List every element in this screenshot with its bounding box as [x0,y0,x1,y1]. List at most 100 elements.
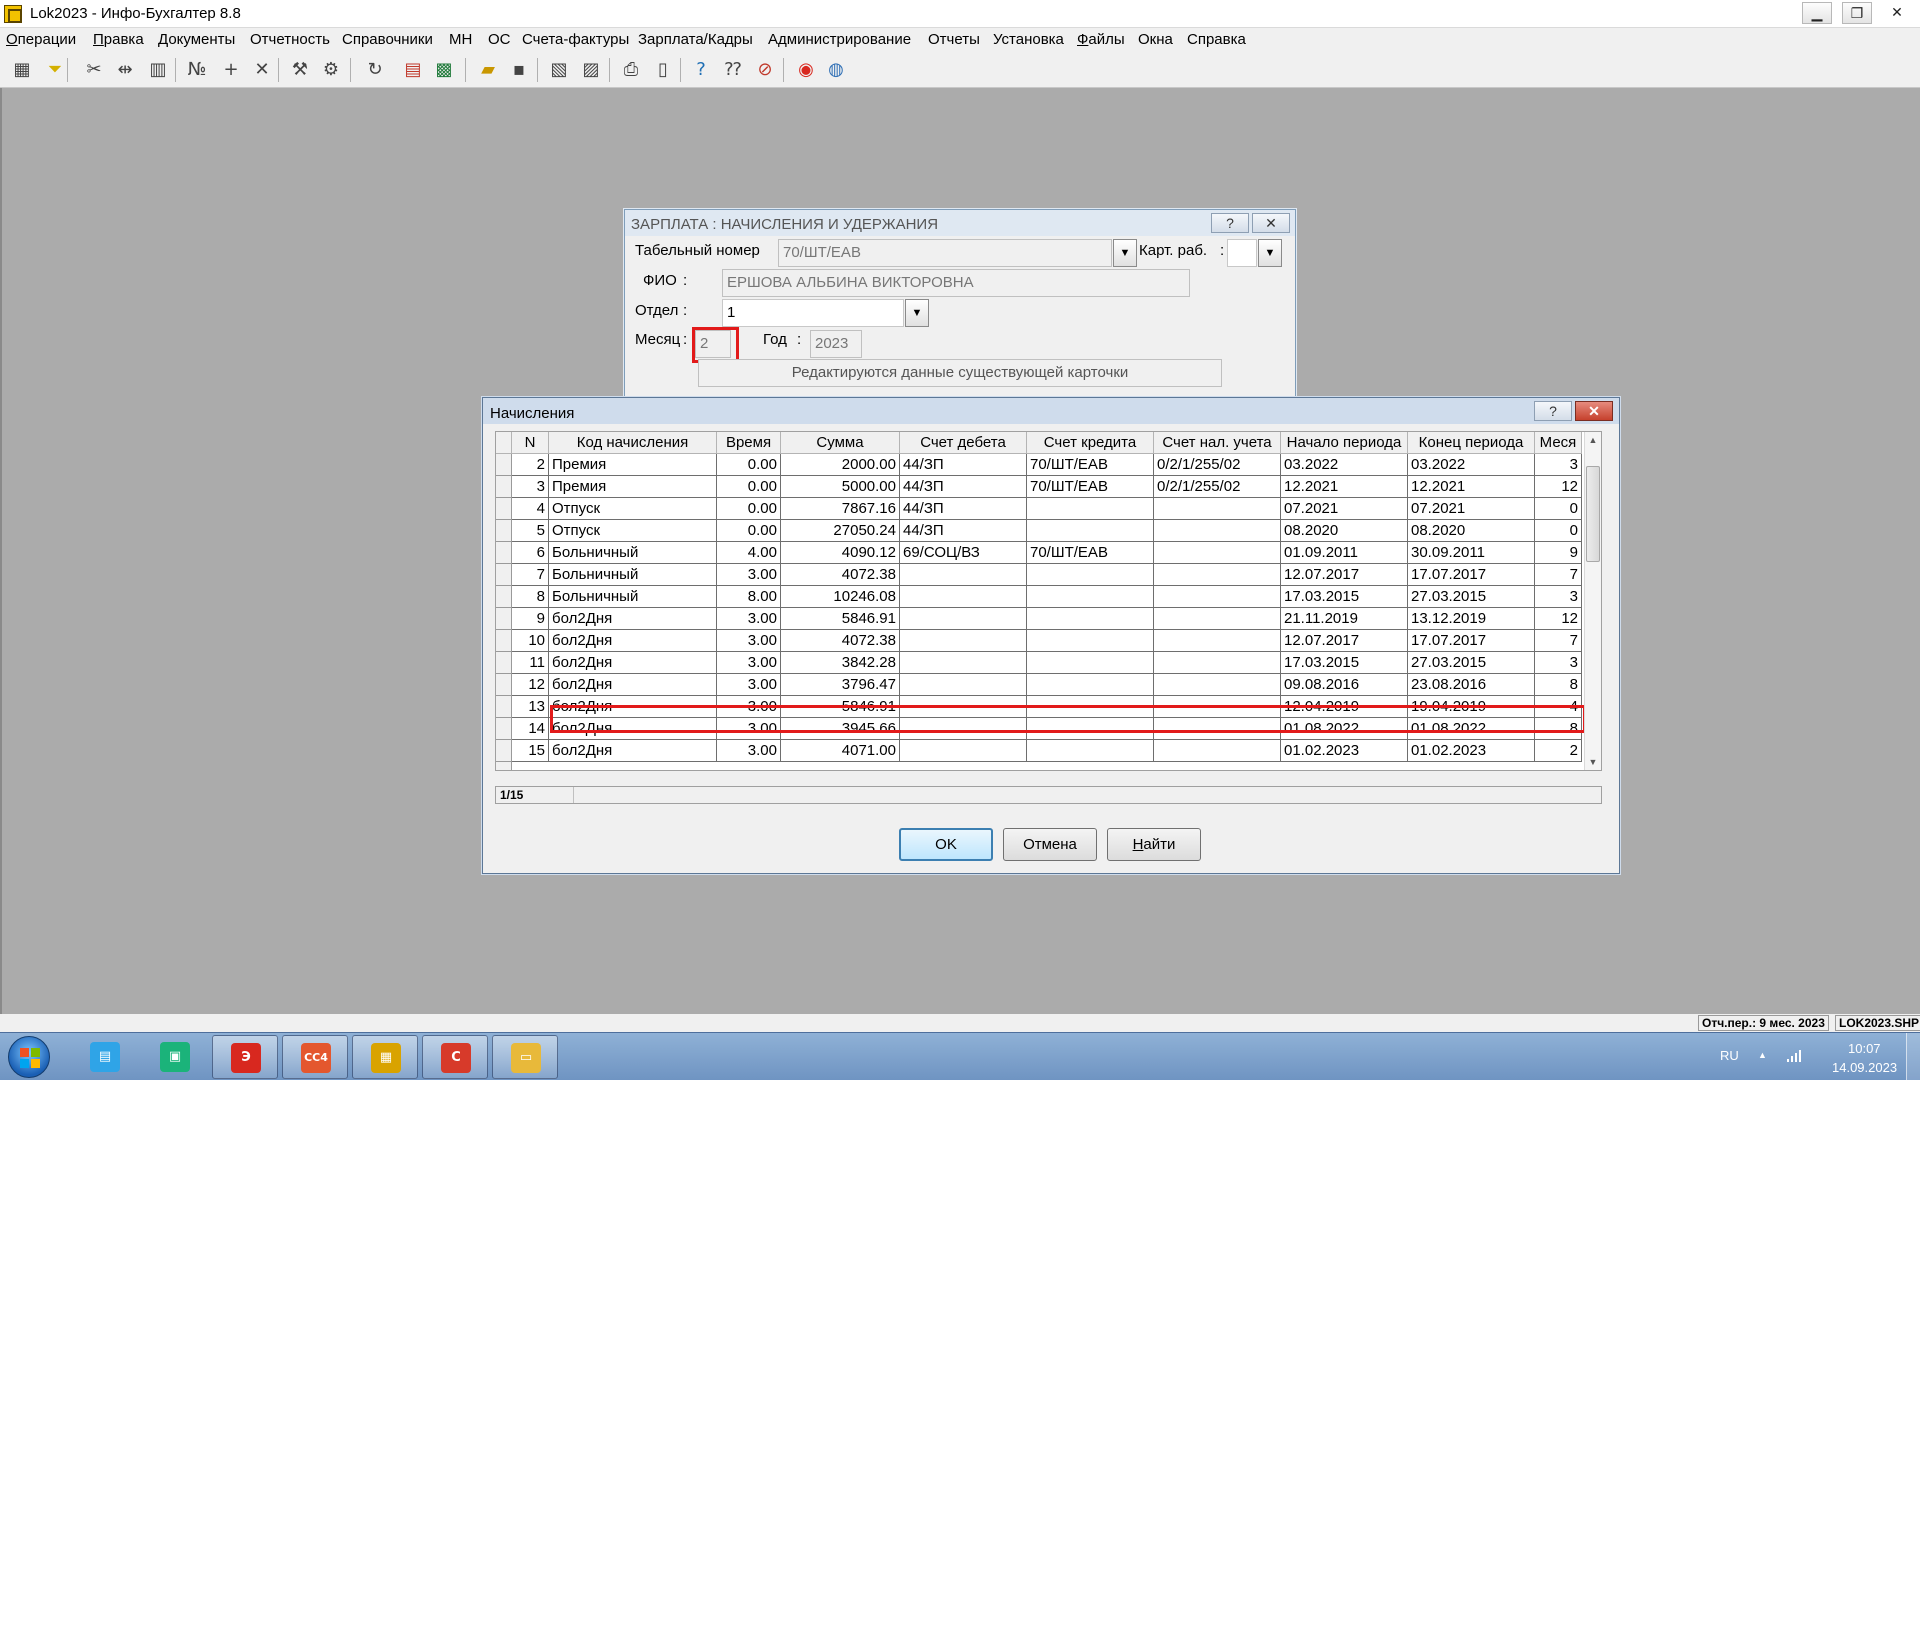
network-icon[interactable]: ◍ [823,57,849,83]
table-cell[interactable] [1154,542,1281,564]
taskbar-app-messenger-blue[interactable]: ▤ [72,1035,138,1079]
table-cell[interactable]: 12.2021 [1408,476,1535,498]
table-cell[interactable]: 27.03.2015 [1408,652,1535,674]
table-cell[interactable]: 4072.38 [781,630,900,652]
lifebuoy-icon[interactable]: ◉ [793,57,819,83]
table-cell[interactable]: 70/ШТ/ЕАВ [1027,454,1154,476]
table-cell[interactable]: 12 [1535,476,1582,498]
table-cell[interactable]: 8 [512,586,549,608]
table-cell[interactable]: 44/ЗП [900,476,1027,498]
restore-button[interactable]: ❐ [1842,2,1872,24]
table-cell[interactable] [1027,498,1154,520]
table-view-icon[interactable]: ▦ [9,57,35,83]
tool-b-icon[interactable]: ⚙ [318,57,344,83]
table-cell[interactable]: 12.07.2017 [1281,564,1408,586]
table-cell[interactable]: 17.07.2017 [1408,630,1535,652]
menu-item-6[interactable]: ОС [488,31,511,48]
table-cell[interactable] [1154,520,1281,542]
menu-item-0[interactable]: Операции [6,31,76,48]
table-cell[interactable]: 2000.00 [781,454,900,476]
language-indicator[interactable]: RU [1720,1048,1739,1063]
table-cell[interactable]: Больничный [549,564,717,586]
row-indicator[interactable] [496,718,512,740]
table-cell[interactable] [1154,498,1281,520]
table-cell[interactable]: 10 [512,630,549,652]
card-field[interactable] [1227,239,1257,267]
column-header[interactable]: Код начисления [549,432,717,454]
table-cell[interactable] [900,608,1027,630]
table-cell[interactable]: 0/2/1/255/02 [1154,476,1281,498]
table-cell[interactable]: 70/ШТ/ЕАВ [1027,542,1154,564]
taskbar-app-ccleaner[interactable]: C [422,1035,488,1079]
preview-icon[interactable]: ▯ [650,57,676,83]
table-cell[interactable]: 7 [512,564,549,586]
row-indicator[interactable] [496,762,512,770]
refresh-icon[interactable]: ↻ [362,57,388,83]
table-cell[interactable]: 30.09.2011 [1408,542,1535,564]
table-cell[interactable] [1154,740,1281,762]
table-cell[interactable]: 15 [512,740,549,762]
clock-time[interactable]: 10:07 [1848,1041,1881,1056]
scroll-up-arrow-icon[interactable]: ▲ [1585,432,1601,448]
compass-icon[interactable]: ⊘ [752,57,778,83]
table-cell[interactable]: 12 [512,674,549,696]
salary-help-button[interactable]: ? [1211,213,1249,233]
table-cell[interactable]: Премия [549,454,717,476]
table-cell[interactable]: 13 [512,696,549,718]
table-row[interactable]: 2 Премия 0.00 2000.00 44/ЗП 70/ШТ/ЕАВ 0/2/1/25… [496,454,1586,476]
column-header[interactable]: Счет дебета [900,432,1027,454]
table-cell[interactable]: 07.2021 [1281,498,1408,520]
table-cell[interactable]: 4090.12 [781,542,900,564]
department-field[interactable]: 1 [722,299,904,327]
table-cell[interactable] [1154,630,1281,652]
year-field[interactable]: 2023 [810,330,862,358]
accruals-help-button[interactable]: ? [1534,401,1572,421]
taskbar-app-e-signature[interactable]: Э [212,1035,278,1079]
open-folder-icon[interactable]: ▰ [475,57,501,83]
card-dropdown-button[interactable]: ▼ [1258,239,1282,267]
taskbar-app-cc4[interactable]: CC4 [282,1035,348,1079]
minimize-button[interactable]: ▁ [1802,2,1832,24]
table-cell[interactable]: 17.03.2015 [1281,586,1408,608]
table-row[interactable]: 7 Больничный 3.00 4072.38 12.07.2017 17.07.20… [496,564,1586,586]
row-indicator[interactable] [496,674,512,696]
table-cell[interactable]: 3.00 [717,608,781,630]
table-cell[interactable]: 2 [1535,740,1582,762]
menu-item-10[interactable]: Отчеты [928,31,980,48]
start-button[interactable] [8,1036,50,1078]
menu-item-12[interactable]: Файлы [1077,31,1125,48]
table-cell[interactable]: 4 [512,498,549,520]
table-cell[interactable]: Отпуск [549,520,717,542]
department-dropdown-button[interactable]: ▼ [905,299,929,327]
table-cell[interactable]: 0.00 [717,520,781,542]
add-icon[interactable]: + [218,57,244,83]
table-row[interactable]: 11 бол2Дня 3.00 3842.28 17.03.2015 27.03.2015… [496,652,1586,674]
table-cell[interactable]: 44/ЗП [900,498,1027,520]
table-cell[interactable]: 08.2020 [1408,520,1535,542]
table-row[interactable]: 9 бол2Дня 3.00 5846.91 21.11.2019 13.12.2019 1… [496,608,1586,630]
table-cell[interactable]: 3.00 [717,652,781,674]
table-cell[interactable]: Премия [549,476,717,498]
column-header[interactable]: Конец периода [1408,432,1535,454]
calculator-icon[interactable]: ▩ [431,57,457,83]
table-cell[interactable]: 27.03.2015 [1408,586,1535,608]
menu-item-1[interactable]: Правка [93,31,144,48]
column-header[interactable]: Начало периода [1281,432,1408,454]
table-cell[interactable] [1154,586,1281,608]
menu-item-5[interactable]: МН [449,31,472,48]
cancel-button[interactable]: Отмена [1003,828,1097,861]
row-indicator[interactable] [496,564,512,586]
fio-field[interactable]: ЕРШОВА АЛЬБИНА ВИКТОРОВНА [722,269,1190,297]
row-indicator[interactable] [496,542,512,564]
menu-item-9[interactable]: Администрирование [768,31,911,48]
show-desktop-button[interactable] [1906,1033,1920,1081]
table-cell[interactable]: 03.2022 [1281,454,1408,476]
table-cell[interactable]: 3842.28 [781,652,900,674]
table-cell[interactable]: бол2Дня [549,740,717,762]
table-cell[interactable]: 4071.00 [781,740,900,762]
column-header[interactable]: N [512,432,549,454]
row-indicator[interactable] [496,740,512,762]
menu-item-7[interactable]: Счета-фактуры [522,31,629,48]
help-icon[interactable]: ? [688,57,714,83]
export-icon[interactable]: ▧ [546,57,572,83]
